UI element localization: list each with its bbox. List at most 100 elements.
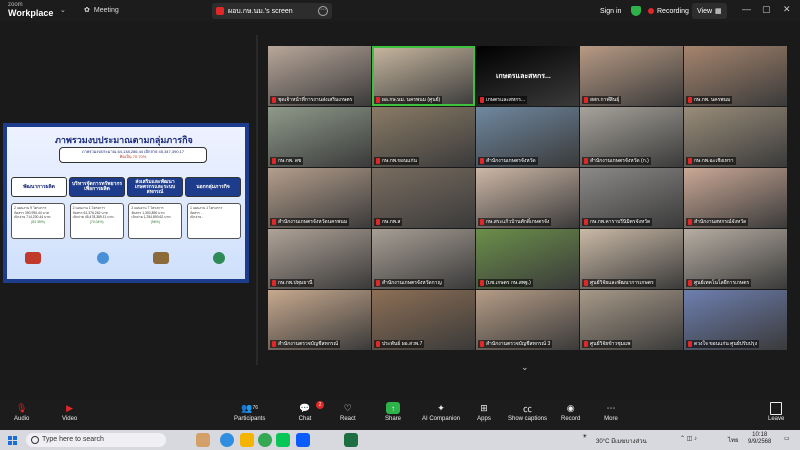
participant-tile[interactable]: เกษตรและสหกร... เกษตรและสหกร... xyxy=(476,46,579,106)
participant-tile[interactable]: ศูนย์วิจัยข้าวชุมแพ xyxy=(580,290,683,350)
line-app-icon[interactable] xyxy=(276,433,290,447)
participant-tile[interactable]: กษ.สระแก้วบ้านศักดิ์เกษตรจัง xyxy=(476,168,579,228)
meeting-label: Meeting xyxy=(93,6,119,14)
category-detail: 2 แผนงาน 7 โครงการ จัดสรร 1,300,890 บาท … xyxy=(128,203,183,239)
leave-button[interactable]: Leave xyxy=(768,401,785,422)
participant-tile[interactable]: ผอ.กษ.นม. นครพนม (ศูนย์) xyxy=(372,46,475,106)
participant-name: สำนักงานตรวจบัญชีสหกรณ์ xyxy=(278,341,339,347)
maximize-icon[interactable]: ▢ xyxy=(762,4,771,15)
participant-label: ศูนย์วิจัยและพัฒนาการเกษตร xyxy=(582,279,656,287)
video-off-icon: ▶ xyxy=(66,402,74,413)
participant-tile[interactable]: กษ.กพ.ส xyxy=(372,168,475,228)
participant-tile[interactable]: กษ.กพ.คาราบรีนิมิตรจังหวัด xyxy=(580,168,683,228)
system-tray-icons[interactable]: ⌃ ◫ ♪ xyxy=(680,435,697,442)
microphone-muted-icon xyxy=(584,158,588,164)
participant-tile[interactable]: ศูนย์เทคโนโลยีการเกษตร xyxy=(684,229,787,289)
windows-taskbar: Type here to search ☀ 30°C มีเมฆบางส่วน … xyxy=(0,430,800,450)
minimize-icon[interactable]: — xyxy=(742,4,751,14)
clock-time: 10:18 xyxy=(752,432,768,438)
recording-label: Recording xyxy=(657,7,689,15)
participant-tile[interactable]: สำนักงานสหกรณ์จังหวัด xyxy=(684,168,787,228)
chevron-down-icon[interactable]: ⌄ xyxy=(60,6,66,14)
more-button[interactable]: ⋯ More xyxy=(604,402,618,423)
participant-tile[interactable]: กษ.กพ. ดข xyxy=(268,107,371,167)
audio-button[interactable]: 🎙 Audio xyxy=(14,402,29,423)
participant-tile[interactable]: สำนักงานตรวจบัญชีสหกรณ์ 3 xyxy=(476,290,579,350)
file-explorer-icon[interactable] xyxy=(240,433,254,447)
chrome-icon[interactable] xyxy=(258,433,272,447)
microphone-muted-icon xyxy=(688,219,692,225)
captions-button[interactable]: ㏄ Show captions xyxy=(508,402,547,423)
participant-tile[interactable]: สำนักงานตรวจบัญชีสหกรณ์ xyxy=(268,290,371,350)
participant-tile[interactable]: สำนักงานเกษตรจังหวัด xyxy=(476,107,579,167)
sign-in-button[interactable]: Sign in xyxy=(600,3,621,19)
participant-tile[interactable]: สำนักงานเกษตรจังหวัดนครพนม xyxy=(268,168,371,228)
video-button[interactable]: ▶ Video xyxy=(62,402,77,423)
participant-tile[interactable]: สสก.กาฬสินธุ์ xyxy=(580,46,683,106)
participant-tile[interactable]: กษ.กพ.ปทุมธานี xyxy=(268,229,371,289)
close-icon[interactable]: ✕ xyxy=(783,4,791,15)
participant-tile[interactable]: (บช.เกษตร กษ.สพฐ.) xyxy=(476,229,579,289)
record-icon: ◉ xyxy=(566,402,575,413)
participant-tile[interactable]: ประพันธ์ ผอ.สวพ.7 xyxy=(372,290,475,350)
participant-label: กษ.กพ.ขอนแก่น xyxy=(374,157,419,165)
share-button[interactable]: ↑ Share xyxy=(385,402,401,422)
taskbar-search[interactable]: Type here to search xyxy=(26,433,166,447)
participant-tile[interactable]: กษ.กพ.ขอนแก่น xyxy=(372,107,475,167)
weather-label[interactable]: 30°C มีเมฆบางส่วน xyxy=(596,436,647,446)
microphone-muted-icon xyxy=(376,158,380,164)
language-indicator[interactable]: ไทย xyxy=(728,435,739,445)
weather-icon[interactable]: ☀ xyxy=(582,433,587,440)
windows-start-icon[interactable] xyxy=(8,436,17,445)
shield-icon[interactable] xyxy=(631,6,641,16)
participants-icon: 👥 76 xyxy=(241,402,259,413)
zoom-app-icon[interactable] xyxy=(296,433,310,447)
view-button[interactable]: View ▦ xyxy=(692,3,727,19)
meeting-tab[interactable]: ✿ Meeting xyxy=(84,6,119,15)
slide-title: ภาพรวมงบประมาณตามกลุ่มภารกิจ xyxy=(55,135,193,145)
react-button[interactable]: ♡ React xyxy=(340,402,356,423)
ai-companion-button[interactable]: ✦ AI Companion xyxy=(422,402,460,423)
apps-button[interactable]: ⊞ Apps xyxy=(477,402,491,423)
task-view-icon[interactable] xyxy=(196,433,210,447)
leave-label: Leave xyxy=(768,416,785,422)
more-options-icon[interactable]: ⋯ xyxy=(318,6,328,16)
chat-button[interactable]: 💬 2 Chat xyxy=(298,401,324,422)
notifications-icon[interactable]: ▭ xyxy=(784,435,790,442)
participant-label: สำนักงานเกษตรจังหวัด xyxy=(478,157,538,165)
screen-share-tab[interactable]: ผอบ.กษ.นม.'s screen ⋯ xyxy=(212,3,332,19)
participant-label: กษ.กพ. ดข xyxy=(270,157,304,165)
excel-icon[interactable] xyxy=(344,433,358,447)
participant-name: สำนักงานเกษตรจังหวัดนครพนม xyxy=(278,219,348,225)
detail-line: (83.35%) xyxy=(31,219,45,224)
record-button[interactable]: ◉ Record xyxy=(561,402,580,423)
meeting-toolbar: 🎙 Audio ▶ Video 👥 76 Participants 💬 2 Cha… xyxy=(0,400,800,430)
water-drop-icon xyxy=(97,252,109,264)
budget-line-2: คิดเป็น 70.70% xyxy=(119,154,147,159)
category-box: นอกกลุ่มภารกิจ xyxy=(185,177,241,197)
participant-tile[interactable]: กษ.กพ. นครพนม xyxy=(684,46,787,106)
split-divider[interactable] xyxy=(256,35,258,365)
microphone-muted-icon xyxy=(584,97,588,103)
participants-button[interactable]: 👥 76 Participants xyxy=(234,402,265,423)
participant-tile[interactable]: สำนักงานเกษตรจังหวัด (ก.) xyxy=(580,107,683,167)
participant-name: (บช.เกษตร กษ.สพฐ.) xyxy=(486,280,531,286)
chevron-down-icon[interactable]: ⌄ xyxy=(521,362,529,373)
chat-label: Chat xyxy=(298,416,312,422)
participant-label: สำนักงานเกษตรจังหวัดนครพนม xyxy=(270,218,350,226)
participant-tile[interactable]: ศูนย์วิจัยและพัฒนาการเกษตร xyxy=(580,229,683,289)
shared-screen[interactable]: ภาพรวมงบประมาณตามกลุ่มภารกิจ ภาพรวมงบประ… xyxy=(3,123,249,283)
screen-share-label: ผอบ.กษ.นม.'s screen xyxy=(228,7,293,15)
participant-tile[interactable]: ดวงใจ ขอนแก่น ศูนย์ปรับปรุง xyxy=(684,290,787,350)
participant-name: สำนักงานตรวจบัญชีสหกรณ์ 3 xyxy=(486,341,551,347)
participant-tile[interactable]: สำนักงานเกษตรจังหวัดกาญ xyxy=(372,229,475,289)
microphone-muted-icon xyxy=(688,97,692,103)
recording-indicator[interactable]: Recording xyxy=(648,3,689,19)
captions-icon: ㏄ xyxy=(523,403,533,414)
clock[interactable]: 10:18 9/9/2568 xyxy=(748,432,771,446)
participant-tile[interactable]: ชุดเจ้าหน้าที่การงานส่งเสริมเกษตร xyxy=(268,46,371,106)
clock-date: 9/9/2568 xyxy=(748,439,772,445)
edge-browser-icon[interactable] xyxy=(220,433,234,447)
participant-label: ดวงใจ ขอนแก่น ศูนย์ปรับปรุง xyxy=(686,340,760,348)
participant-tile[interactable]: กษ.กพ.ฉะเชิงเทรา xyxy=(684,107,787,167)
